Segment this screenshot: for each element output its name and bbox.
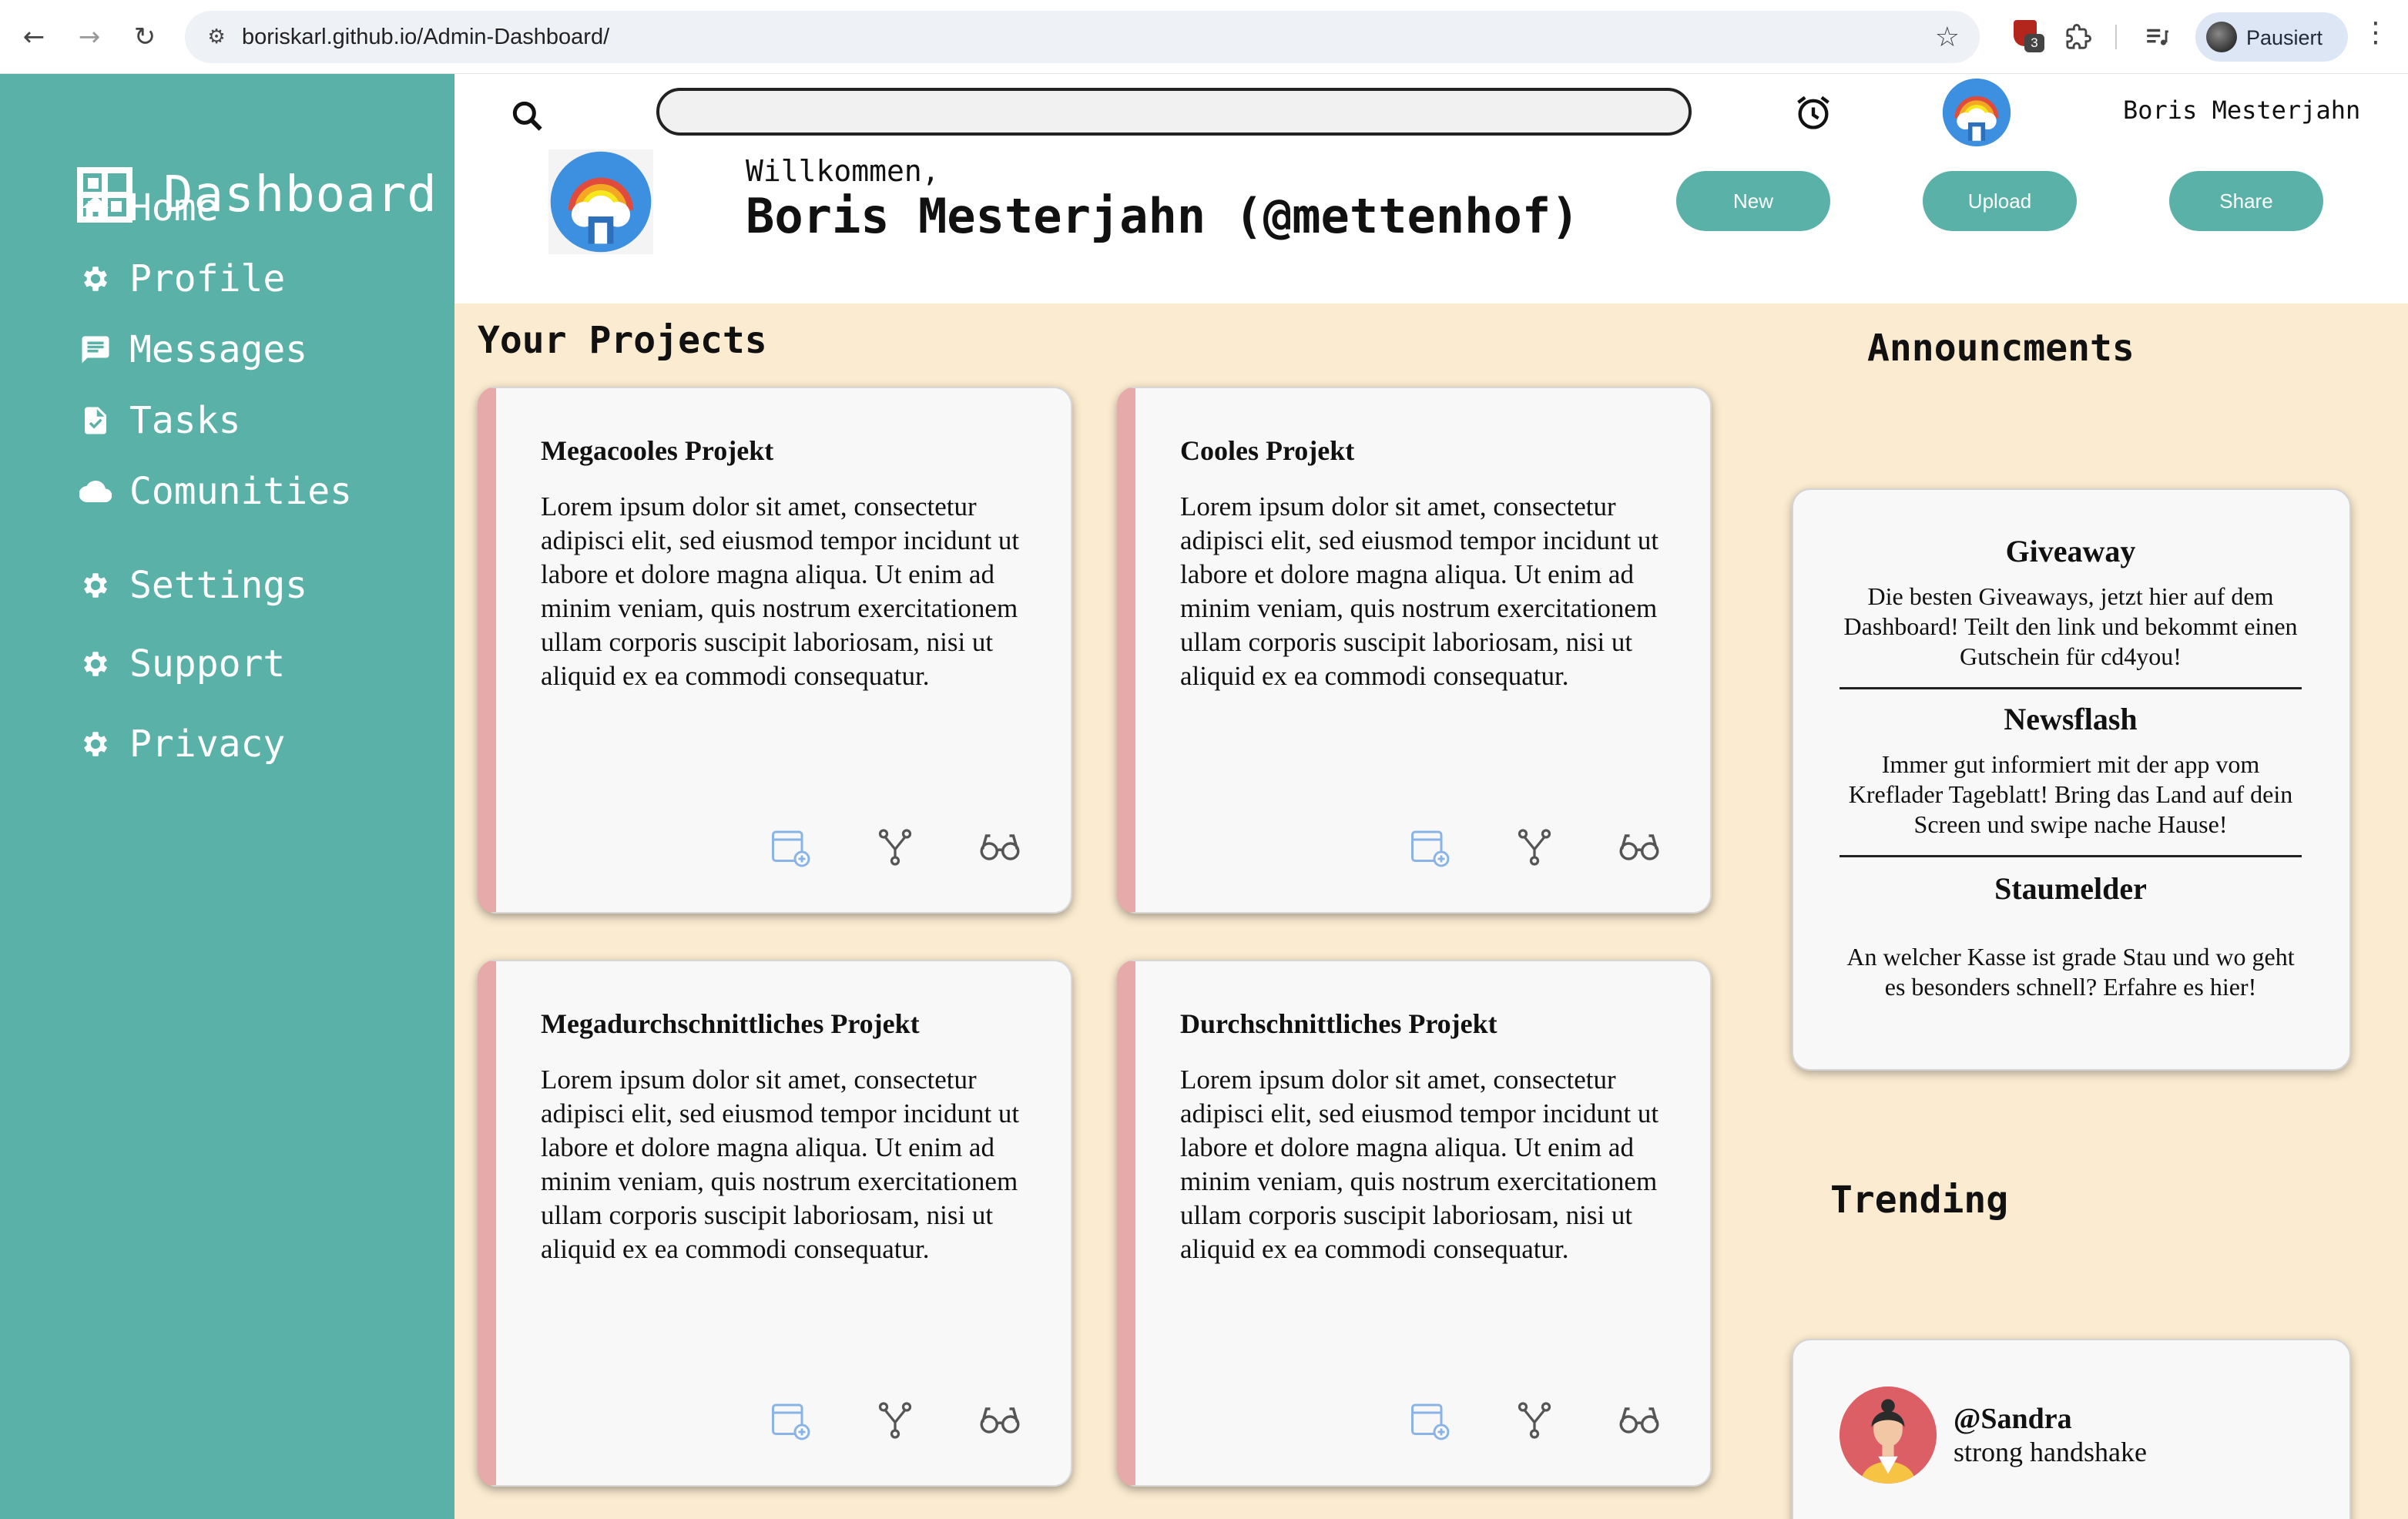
share-button[interactable]: Share [2169, 171, 2323, 231]
project-description: Lorem ipsum dolor sit amet, consectetur … [1180, 491, 1659, 691]
address-bar[interactable]: ⚙ boriskarl.github.io/Admin-Dashboard/ ☆ [185, 11, 1980, 63]
welcome-text: Willkommen, [746, 154, 940, 188]
sidebar-item-messages[interactable]: Messages [77, 328, 307, 371]
glasses-icon[interactable] [977, 824, 1023, 870]
sidebar-item-label: Home [129, 186, 219, 230]
trending-username[interactable]: @Sandra [1954, 1402, 2072, 1436]
browser-toolbar: ← → ↻ ⚙ boriskarl.github.io/Admin-Dashbo… [0, 0, 2408, 74]
reload-icon[interactable]: ↻ [126, 18, 163, 55]
sidebar: Dashboard Home Profile Messages Tasks Co… [0, 74, 454, 1519]
trending-text: strong handshake [1954, 1437, 2147, 1467]
announcement-divider [1840, 687, 2302, 689]
announcements-title: Announcments [1867, 327, 2135, 370]
back-arrow-icon[interactable]: ← [15, 18, 52, 55]
browser-profile-avatar [2206, 22, 2237, 52]
sidebar-item-label: Comunities [129, 470, 352, 513]
project-description: Lorem ipsum dolor sit amet, consectetur … [1180, 1065, 1659, 1264]
fork-icon[interactable] [872, 1397, 918, 1444]
announcement-text: An welcher Kasse ist grade Stau und wo g… [1846, 943, 2295, 1001]
project-description: Lorem ipsum dolor sit amet, consectetur … [541, 491, 1020, 691]
gear-icon [77, 260, 114, 297]
browser-menu-icon[interactable]: ⋮ [2362, 17, 2390, 49]
sidebar-item-label: Support [129, 642, 286, 686]
fork-icon[interactable] [872, 824, 918, 870]
trending-card[interactable]: @Sandra strong handshake [1792, 1339, 2351, 1519]
profile-status-label: Pausiert [2246, 26, 2323, 49]
sidebar-item-privacy[interactable]: Privacy [77, 723, 285, 766]
page-title: Boris Mesterjahn (@mettenhof) [746, 188, 1580, 244]
sidebar-item-label: Privacy [129, 723, 286, 766]
sidebar-item-label: Settings [129, 564, 308, 607]
glasses-icon[interactable] [977, 1397, 1023, 1444]
gear-icon [77, 645, 114, 682]
media-queue-icon[interactable] [2140, 20, 2174, 54]
page-header: Boris Mesterjahn Willkommen, Boris Meste… [454, 74, 2408, 303]
url-text[interactable]: boriskarl.github.io/Admin-Dashboard/ [242, 25, 609, 50]
home-icon [77, 189, 114, 226]
trending-title: Trending [1830, 1179, 2009, 1222]
new-window-icon[interactable] [767, 824, 813, 870]
extension-badge-count: 3 [2024, 34, 2044, 52]
trending-user-avatar [1840, 1387, 1937, 1484]
announcement-text: Immer gut informiert mit der app vom Kre… [1848, 750, 2293, 838]
announcements-card: Giveaway Die besten Giveaways, jetzt hie… [1792, 488, 2351, 1071]
project-card[interactable]: Megadurchschnittliches Projekt Lorem ips… [478, 960, 1072, 1487]
project-card[interactable]: Megacooles Projekt Lorem ipsum dolor sit… [478, 387, 1072, 914]
project-card[interactable]: Durchschnittliches Projekt Lorem ipsum d… [1117, 960, 1712, 1487]
search-icon[interactable] [508, 97, 547, 136]
announcement-item[interactable]: Newsflash Immer gut informiert mit der a… [1840, 701, 2302, 840]
announcement-title: Newsflash [2004, 702, 2138, 736]
fork-icon[interactable] [1511, 1397, 1558, 1444]
announcement-divider [1840, 855, 2302, 857]
site-info-icon[interactable]: ⚙ [203, 24, 230, 50]
announcement-item[interactable]: Giveaway Die besten Giveaways, jetzt hie… [1840, 533, 2302, 672]
sidebar-item-tasks[interactable]: Tasks [77, 399, 241, 442]
upload-button[interactable]: Upload [1923, 171, 2077, 231]
extension-shield-icon[interactable]: 3 [2014, 20, 2044, 52]
new-window-icon[interactable] [1407, 1397, 1453, 1444]
announcement-item[interactable]: Staumelder An welcher Kasse ist grade St… [1840, 870, 2302, 1002]
new-window-icon[interactable] [767, 1397, 813, 1444]
announcement-title: Giveaway [2005, 534, 2136, 568]
task-icon [77, 402, 114, 439]
forward-arrow-icon[interactable]: → [71, 18, 108, 55]
cloud-icon [77, 473, 114, 510]
toolbar-divider [2115, 25, 2117, 49]
announcement-title: Staumelder [1994, 871, 2147, 906]
sidebar-item-support[interactable]: Support [77, 642, 285, 686]
sidebar-item-home[interactable]: Home [77, 186, 219, 230]
sidebar-item-label: Tasks [129, 399, 241, 442]
profile-picture[interactable] [548, 149, 653, 254]
header-avatar[interactable] [1941, 77, 2012, 148]
project-title: Megadurchschnittliches Projekt [541, 1008, 920, 1039]
message-icon [77, 331, 114, 368]
sidebar-item-comunities[interactable]: Comunities [77, 470, 352, 513]
fork-icon[interactable] [1511, 824, 1558, 870]
announcement-text: Die besten Giveaways, jetzt hier auf dem… [1843, 582, 2298, 670]
sidebar-item-label: Messages [129, 328, 308, 371]
new-window-icon[interactable] [1407, 824, 1453, 870]
header-user-name[interactable]: Boris Mesterjahn [2123, 96, 2360, 125]
extensions-puzzle-icon[interactable] [2061, 20, 2095, 54]
browser-profile-chip[interactable]: Pausiert [2195, 12, 2348, 62]
sidebar-item-profile[interactable]: Profile [77, 257, 285, 300]
glasses-icon[interactable] [1616, 1397, 1662, 1444]
project-description: Lorem ipsum dolor sit amet, consectetur … [541, 1065, 1020, 1264]
sidebar-item-label: Profile [129, 257, 286, 300]
bookmark-star-icon[interactable]: ☆ [1935, 22, 1960, 53]
search-input[interactable] [656, 88, 1692, 136]
glasses-icon[interactable] [1616, 824, 1662, 870]
project-title: Durchschnittliches Projekt [1180, 1008, 1497, 1039]
project-title: Megacooles Projekt [541, 435, 774, 466]
gear-icon [77, 567, 114, 604]
new-button[interactable]: New [1676, 171, 1830, 231]
alarm-clock-icon[interactable] [1793, 92, 1833, 132]
project-card[interactable]: Cooles Projekt Lorem ipsum dolor sit ame… [1117, 387, 1712, 914]
project-title: Cooles Projekt [1180, 435, 1355, 466]
projects-section-title: Your Projects [478, 319, 767, 362]
sidebar-item-settings[interactable]: Settings [77, 564, 307, 607]
gear-icon [77, 726, 114, 763]
